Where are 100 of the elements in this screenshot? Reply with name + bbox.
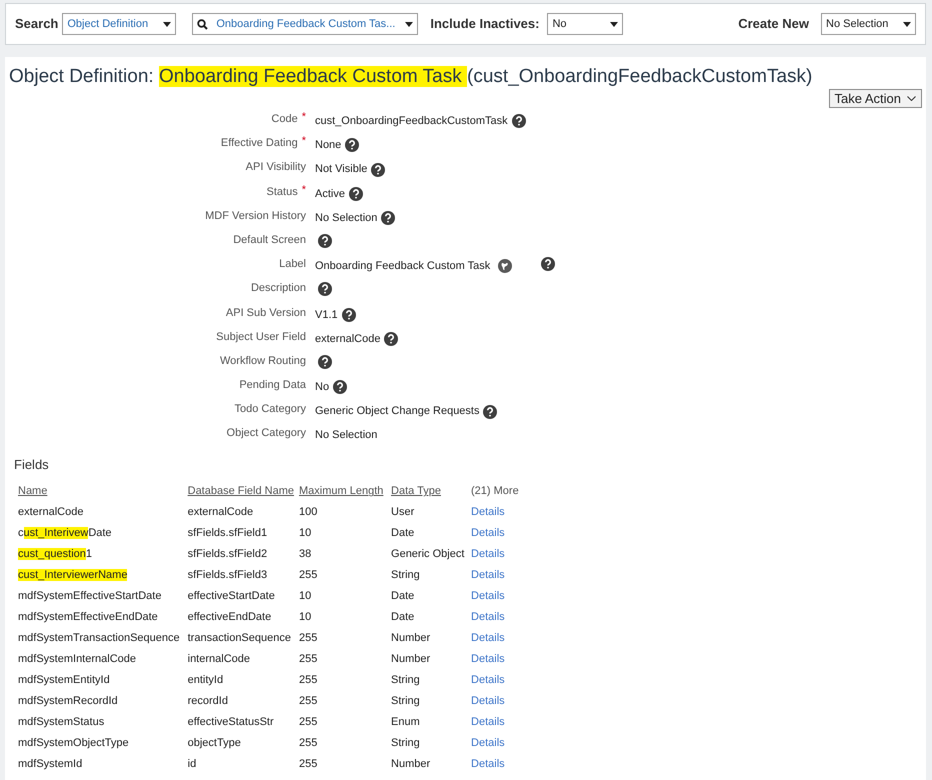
column-header[interactable]: Database Field Name <box>188 485 294 498</box>
property-value: Not Visible <box>315 162 368 178</box>
property-label: Description <box>250 281 306 296</box>
field-name: mdfSystemRecordId <box>18 695 118 708</box>
field-name: mdfSystemStatus <box>18 716 104 728</box>
property-label: Pending Data <box>239 378 306 394</box>
page-title: Object Definition: Onboarding Feedback Custom Task (cust_OnboardingFeedbackCustomTask) <box>9 65 814 89</box>
help-icon[interactable] <box>333 380 348 394</box>
database-field-name: objectType <box>188 737 241 750</box>
data-type: String <box>391 737 420 750</box>
maximum-length: 38 <box>299 548 312 560</box>
help-icon[interactable] <box>318 282 332 296</box>
field-name: cust_question1 <box>18 548 92 560</box>
property-label: MDF Version History <box>205 208 306 224</box>
search-label: Search <box>15 15 58 34</box>
field-name: mdfSystemId <box>18 758 82 770</box>
create-new-select[interactable]: No Selection <box>821 13 916 35</box>
help-icon[interactable] <box>345 138 360 152</box>
details-link[interactable]: Details <box>471 674 505 686</box>
maximum-length: 255 <box>299 716 318 728</box>
database-field-name: sfFields.sfField2 <box>188 548 268 560</box>
details-link[interactable]: Details <box>471 716 505 728</box>
object-select[interactable]: Onboarding Feedback Custom Tas... <box>192 13 418 35</box>
help-icon[interactable] <box>381 211 396 225</box>
property-label: Subject User Field <box>216 330 306 345</box>
database-field-name: sfFields.sfField1 <box>188 527 268 540</box>
property-label: Default Screen <box>233 232 306 248</box>
object-type-select[interactable]: Object Definition <box>62 13 176 35</box>
maximum-length: 10 <box>299 590 312 602</box>
details-link[interactable]: Details <box>471 737 505 750</box>
details-link[interactable]: Details <box>471 695 505 708</box>
fields-title: Fields <box>14 456 50 474</box>
property-label: Label <box>279 257 306 272</box>
include-inactives-label: Include Inactives: <box>430 15 540 34</box>
maximum-length: 10 <box>299 611 312 624</box>
data-type: Date <box>391 611 414 624</box>
database-field-name: effectiveStatusStr <box>188 716 274 728</box>
caret-icon <box>405 22 414 26</box>
details-link[interactable]: Details <box>471 653 505 666</box>
property-label: Object Category <box>226 426 306 442</box>
maximum-length: 100 <box>299 506 318 518</box>
help-icon[interactable] <box>342 308 356 322</box>
column-header[interactable]: Name <box>18 485 48 498</box>
chevron-icon <box>907 96 916 101</box>
details-link[interactable]: Details <box>471 548 505 560</box>
help-icon[interactable] <box>483 404 498 418</box>
data-type: Generic Object <box>391 548 464 560</box>
property-value: No Selection <box>315 428 378 444</box>
property-value: No <box>315 380 330 396</box>
database-field-name: recordId <box>188 695 228 708</box>
database-field-name: effectiveStartDate <box>188 590 275 602</box>
help-icon[interactable] <box>318 234 332 248</box>
help-icon[interactable] <box>318 354 332 369</box>
property-label: Code <box>271 112 298 127</box>
maximum-length: 255 <box>299 695 318 708</box>
property-label: Todo Category <box>234 402 306 418</box>
property-label: Effective Dating <box>220 136 298 152</box>
required-mark: * <box>302 111 306 123</box>
help-icon[interactable] <box>384 332 398 346</box>
search-icon <box>197 18 208 30</box>
data-type: Enum <box>391 716 420 728</box>
details-link[interactable]: Details <box>471 506 505 518</box>
database-field-name: externalCode <box>188 506 254 518</box>
help-icon[interactable] <box>348 186 363 201</box>
help-icon[interactable] <box>371 162 386 177</box>
field-name: mdfSystemInternalCode <box>18 653 136 666</box>
required-mark: * <box>302 135 306 148</box>
data-type: User <box>391 506 414 518</box>
details-link[interactable]: Details <box>471 527 505 540</box>
create-new-label: Create New <box>738 15 809 34</box>
field-name: mdfSystemEntityId <box>18 674 110 686</box>
caret-icon <box>163 22 172 26</box>
data-type: String <box>391 569 420 582</box>
maximum-length: 255 <box>299 569 318 582</box>
details-link[interactable]: Details <box>471 758 505 770</box>
include-inactives-select[interactable]: No <box>547 13 624 35</box>
property-value: Onboarding Feedback Custom Task <box>315 259 490 274</box>
database-field-name: internalCode <box>188 653 250 666</box>
maximum-length: 255 <box>299 632 318 644</box>
details-link[interactable]: Details <box>471 632 505 644</box>
details-link[interactable]: Details <box>471 590 505 602</box>
database-field-name: sfFields.sfField3 <box>188 569 268 582</box>
caret-icon <box>903 22 911 26</box>
data-type: String <box>391 695 420 708</box>
maximum-length: 255 <box>299 653 318 666</box>
column-header[interactable]: Data Type <box>391 485 441 498</box>
property-value: Generic Object Change Requests <box>315 404 480 420</box>
data-type: Date <box>391 590 414 602</box>
details-link[interactable]: Details <box>471 569 505 582</box>
help-icon[interactable] <box>512 114 526 128</box>
required-mark: * <box>302 184 306 196</box>
column-header[interactable]: Maximum Length <box>299 485 384 498</box>
field-name: mdfSystemTransactionSequence <box>18 632 180 644</box>
help-icon[interactable] <box>541 257 556 272</box>
database-field-name: effectiveEndDate <box>188 611 272 624</box>
property-label: Status <box>266 184 298 200</box>
details-link[interactable]: Details <box>471 611 505 624</box>
property-label: API Sub Version <box>226 306 306 320</box>
data-type: Number <box>391 632 430 644</box>
take-action-button[interactable]: Take Action <box>828 89 922 108</box>
